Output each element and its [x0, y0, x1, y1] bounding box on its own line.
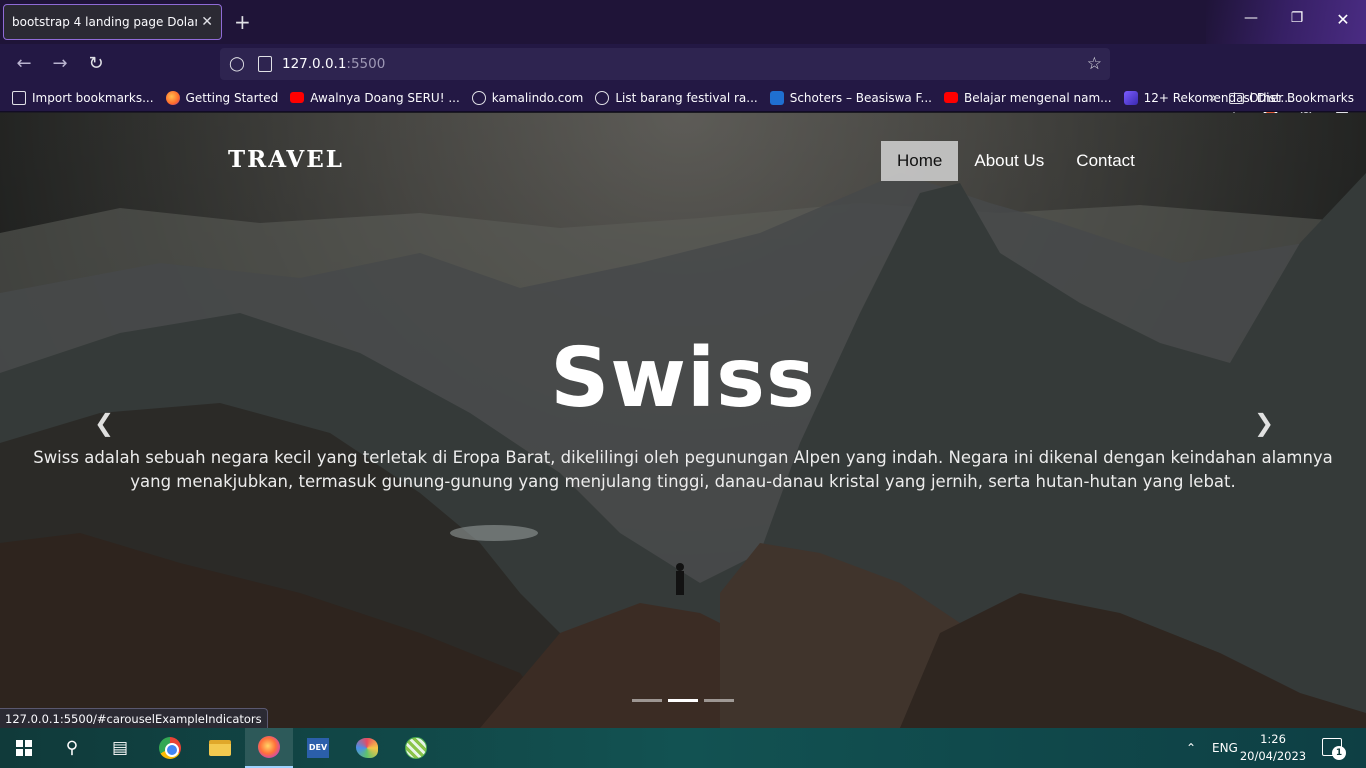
- back-arrow-icon[interactable]: ←: [12, 52, 36, 76]
- hero-carousel: TRAVEL Home About Us Contact Swiss Swiss…: [0, 113, 1366, 728]
- bookmark-star-icon[interactable]: ☆: [1087, 54, 1102, 74]
- page-icon: [258, 56, 272, 72]
- carousel-indicator[interactable]: [704, 699, 734, 702]
- task-view-icon[interactable]: ▤: [96, 728, 144, 768]
- show-hidden-icons-chevron-up-icon[interactable]: ⌃: [1186, 728, 1196, 768]
- schoters-icon: [769, 90, 784, 105]
- browser-tab-bar: bootstrap 4 landing page Dolan Yuk ✕ + —…: [0, 0, 1366, 44]
- reload-icon[interactable]: ↻: [84, 52, 108, 76]
- bookmark-item[interactable]: Getting Started: [165, 90, 279, 105]
- bookmark-label: Getting Started: [185, 90, 279, 105]
- carousel-prev-icon[interactable]: ❮: [94, 409, 114, 437]
- clock-date: 20/04/2023: [1239, 749, 1307, 763]
- forward-arrow-icon[interactable]: →: [48, 52, 72, 76]
- search-icon[interactable]: ⚲: [48, 728, 96, 768]
- windows-taskbar: ⚲ ▤ DEV ⌃ ENG 1:26 20/04/2023 1: [0, 728, 1366, 768]
- browser-tab[interactable]: bootstrap 4 landing page Dolan Yuk ✕: [3, 4, 222, 40]
- carousel-next-icon[interactable]: ❯: [1254, 409, 1274, 437]
- dev-cpp-taskbar-icon[interactable]: DEV: [294, 728, 342, 768]
- url-host: 127.0.0.1: [282, 56, 347, 72]
- nav-link-contact[interactable]: Contact: [1060, 141, 1151, 181]
- status-bar-url: 127.0.0.1:5500/#carouselExampleIndicator…: [0, 708, 268, 728]
- bookmark-item[interactable]: kamalindo.com: [471, 90, 584, 105]
- other-bookmarks-label: Other Bookmarks: [1249, 91, 1354, 105]
- notification-count-badge: 1: [1332, 746, 1346, 760]
- language-indicator[interactable]: ENG: [1212, 728, 1238, 768]
- firefox-icon: [165, 90, 180, 105]
- bookmark-item[interactable]: List barang festival ra...: [595, 90, 758, 105]
- globe-icon: [471, 90, 486, 105]
- bookmark-label: Import bookmarks...: [32, 90, 154, 105]
- bookmark-label: List barang festival ra...: [615, 90, 758, 105]
- clock[interactable]: 1:26 20/04/2023: [1238, 731, 1308, 765]
- shield-icon[interactable]: ◯: [228, 56, 246, 72]
- bookmark-label: kamalindo.com: [491, 90, 584, 105]
- paint-taskbar-icon[interactable]: [343, 728, 391, 768]
- carousel-indicator[interactable]: [632, 699, 662, 702]
- file-explorer-taskbar-icon[interactable]: [196, 728, 244, 768]
- new-tab-button[interactable]: +: [234, 10, 251, 34]
- bookmark-label: Belajar mengenal nam...: [963, 90, 1112, 105]
- minimize-button[interactable]: —: [1228, 10, 1274, 26]
- nav-link-about-us[interactable]: About Us: [958, 141, 1060, 181]
- nav-link-home[interactable]: Home: [881, 141, 959, 181]
- address-bar[interactable]: ◯ 127.0.0.1 :5500 ☆: [220, 48, 1110, 80]
- bookmark-item[interactable]: Schoters – Beasiswa F...: [769, 90, 932, 105]
- youtube-icon: [943, 92, 958, 103]
- hero-title: Swiss: [550, 331, 816, 426]
- bookmarks-bar: Import bookmarks... Getting Started Awal…: [0, 84, 1366, 112]
- close-window-button[interactable]: ✕: [1320, 10, 1366, 29]
- globe-icon: [595, 90, 610, 105]
- bookmark-label: Schoters – Beasiswa F...: [789, 90, 932, 105]
- green-app-taskbar-icon[interactable]: [392, 728, 440, 768]
- site-nav: Home About Us Contact: [881, 141, 1151, 181]
- windows-logo-icon: [16, 740, 32, 756]
- hero-description: Swiss adalah sebuah negara kecil yang te…: [33, 448, 1333, 491]
- import-icon: [12, 90, 26, 105]
- bookmark-item[interactable]: Import bookmarks...: [12, 90, 154, 105]
- close-tab-icon[interactable]: ✕: [201, 14, 213, 30]
- carousel-indicators: [632, 699, 740, 702]
- folder-icon: [1229, 92, 1245, 104]
- tab-title: bootstrap 4 landing page Dolan Yuk: [12, 15, 197, 29]
- site-brand-logo[interactable]: TRAVEL: [228, 146, 344, 173]
- chrome-taskbar-icon[interactable]: [146, 728, 194, 768]
- clock-time: 1:26: [1260, 732, 1286, 746]
- bookmark-item[interactable]: Awalnya Doang SERU! ...: [290, 90, 460, 105]
- youtube-icon: [290, 92, 305, 103]
- firefox-taskbar-icon[interactable]: [245, 728, 293, 768]
- chevron-double-right-icon[interactable]: »: [1208, 90, 1217, 106]
- start-button[interactable]: [0, 728, 48, 768]
- carousel-indicator-active[interactable]: [668, 699, 698, 702]
- bookmark-label: Awalnya Doang SERU! ...: [310, 90, 460, 105]
- rocket-icon: [1123, 90, 1138, 105]
- restore-button[interactable]: ❐: [1274, 10, 1320, 26]
- other-bookmarks[interactable]: » Other Bookmarks: [1208, 84, 1354, 112]
- bookmark-item[interactable]: Belajar mengenal nam...: [943, 90, 1112, 105]
- url-port: :5500: [346, 56, 386, 72]
